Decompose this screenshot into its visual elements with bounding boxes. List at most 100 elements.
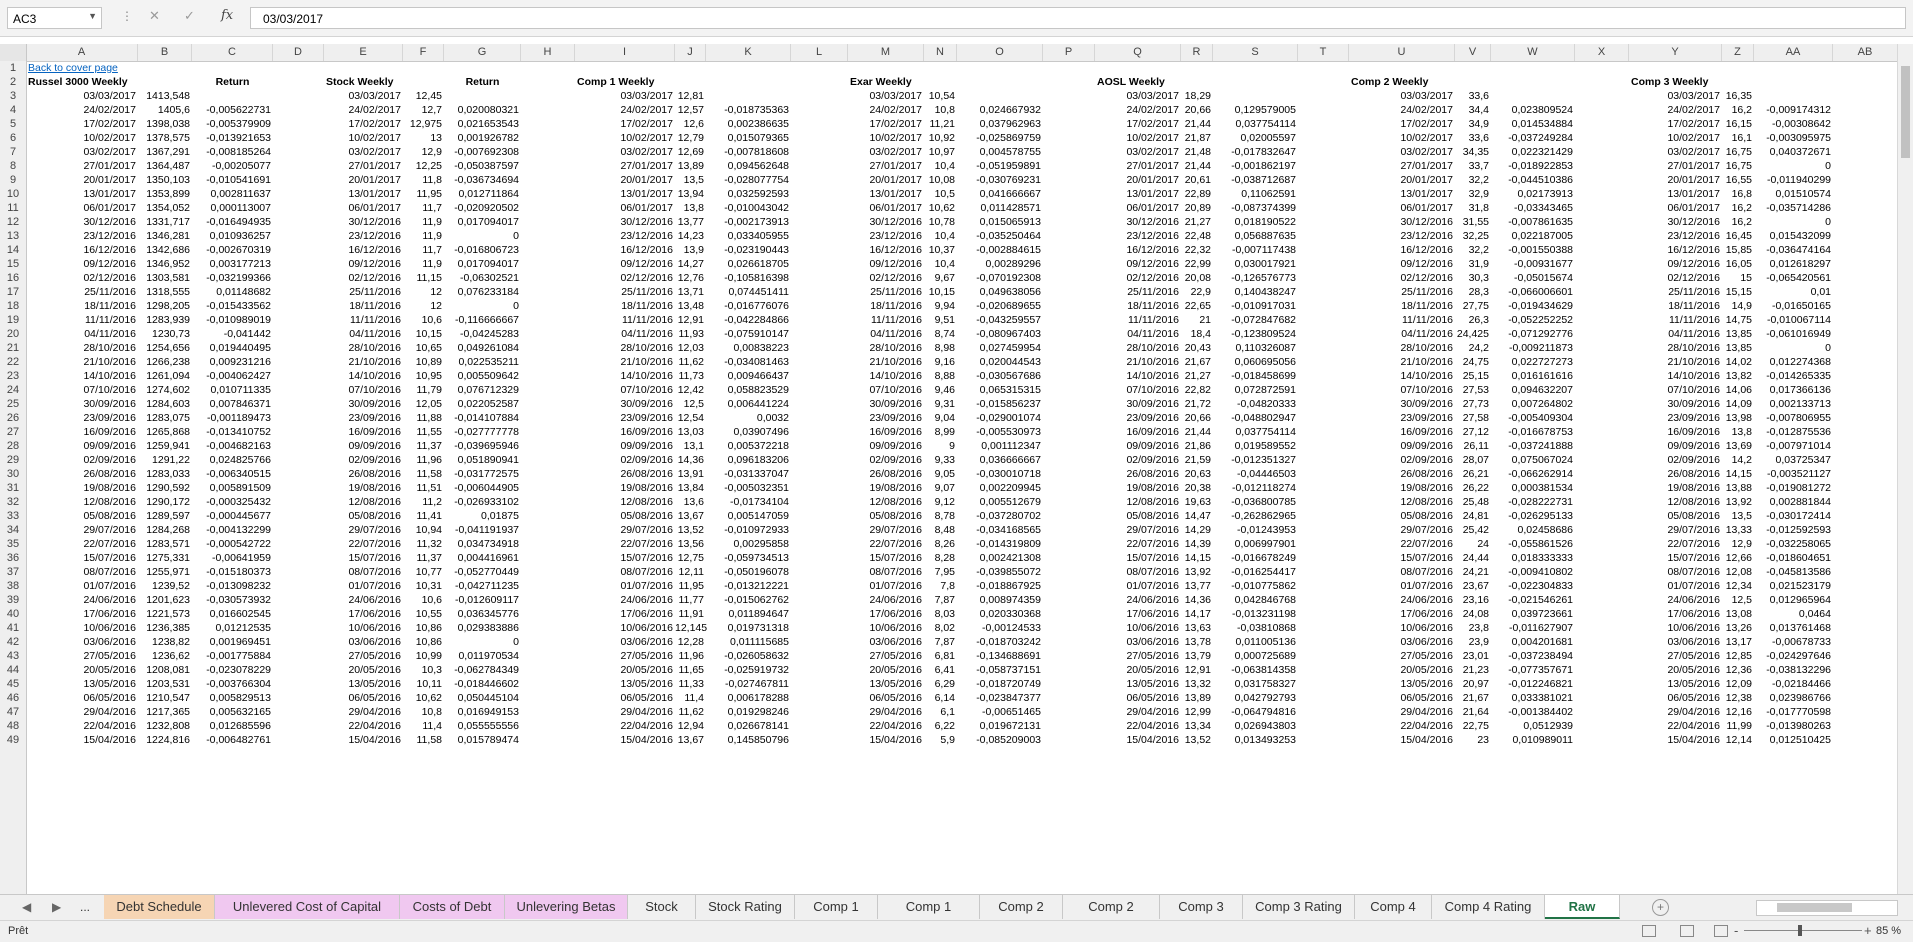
date-cell[interactable]: 06/05/2016 bbox=[26, 691, 136, 705]
price-cell[interactable]: 18,29 bbox=[1181, 89, 1211, 103]
return-cell[interactable]: -0,001775884 bbox=[192, 649, 271, 663]
return-cell[interactable]: -0,013212221 bbox=[706, 579, 789, 593]
tab-next-icon[interactable]: ▶ bbox=[52, 900, 61, 914]
price-cell[interactable]: 12,38 bbox=[1722, 691, 1752, 705]
price-cell[interactable]: 13,32 bbox=[1181, 677, 1211, 691]
date-cell[interactable]: 02/12/2016 bbox=[848, 271, 922, 285]
date-cell[interactable]: 04/11/2016 bbox=[1095, 327, 1179, 341]
column-header-e[interactable]: E bbox=[324, 44, 403, 61]
return-cell[interactable]: 0,007264802 bbox=[1491, 397, 1573, 411]
price-cell[interactable]: 13,8 bbox=[1722, 425, 1752, 439]
date-cell[interactable]: 22/04/2016 bbox=[1349, 719, 1453, 733]
return-cell[interactable]: -0,026933102 bbox=[444, 495, 519, 509]
price-cell[interactable]: 10,62 bbox=[403, 691, 442, 705]
date-cell[interactable]: 05/08/2016 bbox=[848, 509, 922, 523]
date-cell[interactable]: 24/06/2016 bbox=[26, 593, 136, 607]
return-cell[interactable]: 0,021653543 bbox=[444, 117, 519, 131]
return-cell[interactable]: -0,030172414 bbox=[1754, 509, 1831, 523]
column-header-aa[interactable]: AA bbox=[1754, 44, 1833, 61]
date-cell[interactable]: 06/05/2016 bbox=[1349, 691, 1453, 705]
date-cell[interactable]: 27/01/2017 bbox=[1349, 159, 1453, 173]
date-cell[interactable]: 22/07/2016 bbox=[26, 537, 136, 551]
price-cell[interactable]: 13,63 bbox=[1181, 621, 1211, 635]
price-cell[interactable]: 13,92 bbox=[1181, 565, 1211, 579]
price-cell[interactable]: 14,15 bbox=[1181, 551, 1211, 565]
date-cell[interactable]: 11/11/2016 bbox=[1629, 313, 1720, 327]
return-cell[interactable]: -0,017770598 bbox=[1754, 705, 1831, 719]
price-cell[interactable]: 1413,548 bbox=[138, 89, 190, 103]
date-cell[interactable]: 30/09/2016 bbox=[848, 397, 922, 411]
price-cell[interactable]: 12,145 bbox=[675, 621, 707, 635]
price-cell[interactable]: 12,91 bbox=[675, 313, 704, 327]
return-cell[interactable]: 0,065315315 bbox=[957, 383, 1041, 397]
return-cell[interactable]: -0,023847377 bbox=[957, 691, 1041, 705]
price-cell[interactable]: 16,05 bbox=[1722, 257, 1752, 271]
date-cell[interactable]: 03/03/2017 bbox=[575, 89, 673, 103]
horizontal-scroll-thumb[interactable] bbox=[1777, 903, 1852, 912]
return-cell[interactable]: -0,066262914 bbox=[1491, 467, 1573, 481]
return-cell[interactable]: 0,019731318 bbox=[706, 621, 789, 635]
price-cell[interactable]: 14,36 bbox=[675, 453, 704, 467]
return-cell[interactable]: -0,013231198 bbox=[1213, 607, 1296, 621]
price-cell[interactable]: 24,75 bbox=[1455, 355, 1489, 369]
return-cell[interactable]: -0,058737151 bbox=[957, 663, 1041, 677]
date-cell[interactable]: 16/12/2016 bbox=[324, 243, 401, 257]
return-cell[interactable]: -0,003521127 bbox=[1754, 467, 1831, 481]
return-cell[interactable]: 0,006178288 bbox=[706, 691, 789, 705]
price-cell[interactable]: 24,2 bbox=[1455, 341, 1489, 355]
price-cell[interactable]: 9,31 bbox=[924, 397, 955, 411]
return-cell[interactable]: -0,003766304 bbox=[192, 677, 271, 691]
return-cell[interactable]: 0,012965964 bbox=[1754, 593, 1831, 607]
return-cell[interactable]: 0,027459954 bbox=[957, 341, 1041, 355]
return-cell[interactable]: -0,036800785 bbox=[1213, 495, 1296, 509]
return-cell[interactable]: -0,039855072 bbox=[957, 565, 1041, 579]
date-cell[interactable]: 22/04/2016 bbox=[26, 719, 136, 733]
price-cell[interactable]: 12,79 bbox=[675, 131, 704, 145]
column-header-q[interactable]: Q bbox=[1095, 44, 1181, 61]
return-cell[interactable]: -0,00931677 bbox=[1491, 257, 1573, 271]
price-cell[interactable]: 25,48 bbox=[1455, 495, 1489, 509]
return-cell[interactable]: -0,035714286 bbox=[1754, 201, 1831, 215]
date-cell[interactable]: 23/09/2016 bbox=[1095, 411, 1179, 425]
return-cell[interactable]: -0,038712687 bbox=[1213, 173, 1296, 187]
return-cell[interactable]: -0,000325432 bbox=[192, 495, 271, 509]
sheet-tab-comp-2-rating[interactable]: Comp 2 Rating bbox=[1063, 895, 1160, 938]
date-cell[interactable]: 15/07/2016 bbox=[1629, 551, 1720, 565]
price-cell[interactable]: 11,2 bbox=[403, 495, 442, 509]
price-cell[interactable]: 11,62 bbox=[675, 705, 705, 719]
row-header[interactable]: 29 bbox=[0, 453, 26, 467]
date-cell[interactable]: 09/09/2016 bbox=[848, 439, 922, 453]
date-cell[interactable]: 09/12/2016 bbox=[324, 257, 401, 271]
price-cell[interactable]: 13,33 bbox=[1722, 523, 1752, 537]
return-cell[interactable]: 0,000113007 bbox=[192, 201, 271, 215]
return-cell[interactable]: -0,070192308 bbox=[957, 271, 1041, 285]
price-cell[interactable]: 12,54 bbox=[675, 411, 704, 425]
price-cell[interactable]: 34,9 bbox=[1455, 117, 1489, 131]
return-cell[interactable]: 0,011115685 bbox=[706, 635, 789, 649]
date-cell[interactable]: 30/12/2016 bbox=[324, 215, 401, 229]
date-cell[interactable]: 27/05/2016 bbox=[324, 649, 401, 663]
date-cell[interactable]: 21/10/2016 bbox=[575, 355, 673, 369]
date-cell[interactable]: 27/01/2017 bbox=[1629, 159, 1720, 173]
date-cell[interactable]: 18/11/2016 bbox=[26, 299, 136, 313]
date-cell[interactable]: 26/08/2016 bbox=[324, 467, 401, 481]
return-cell[interactable]: -0,024297646 bbox=[1754, 649, 1831, 663]
price-cell[interactable]: 11,62 bbox=[675, 355, 705, 369]
date-cell[interactable]: 16/12/2016 bbox=[26, 243, 136, 257]
price-cell[interactable]: 9,04 bbox=[924, 411, 955, 425]
date-cell[interactable]: 02/12/2016 bbox=[575, 271, 673, 285]
return-cell[interactable]: -0,018735363 bbox=[706, 103, 789, 117]
return-cell[interactable]: 0,004578755 bbox=[957, 145, 1041, 159]
price-cell[interactable]: 10,6 bbox=[403, 313, 442, 327]
date-cell[interactable]: 14/10/2016 bbox=[1095, 369, 1179, 383]
price-cell[interactable]: 1255,971 bbox=[138, 565, 190, 579]
date-cell[interactable]: 30/09/2016 bbox=[1629, 397, 1720, 411]
return-cell[interactable]: 0,030017921 bbox=[1213, 257, 1296, 271]
return-cell[interactable]: -0,011940299 bbox=[1754, 173, 1831, 187]
date-cell[interactable]: 02/09/2016 bbox=[1629, 453, 1720, 467]
price-cell[interactable]: 14,17 bbox=[1181, 607, 1211, 621]
date-cell[interactable]: 27/01/2017 bbox=[575, 159, 673, 173]
return-cell[interactable]: 0 bbox=[1754, 159, 1831, 173]
date-cell[interactable]: 25/11/2016 bbox=[324, 285, 401, 299]
date-cell[interactable]: 21/10/2016 bbox=[1629, 355, 1720, 369]
